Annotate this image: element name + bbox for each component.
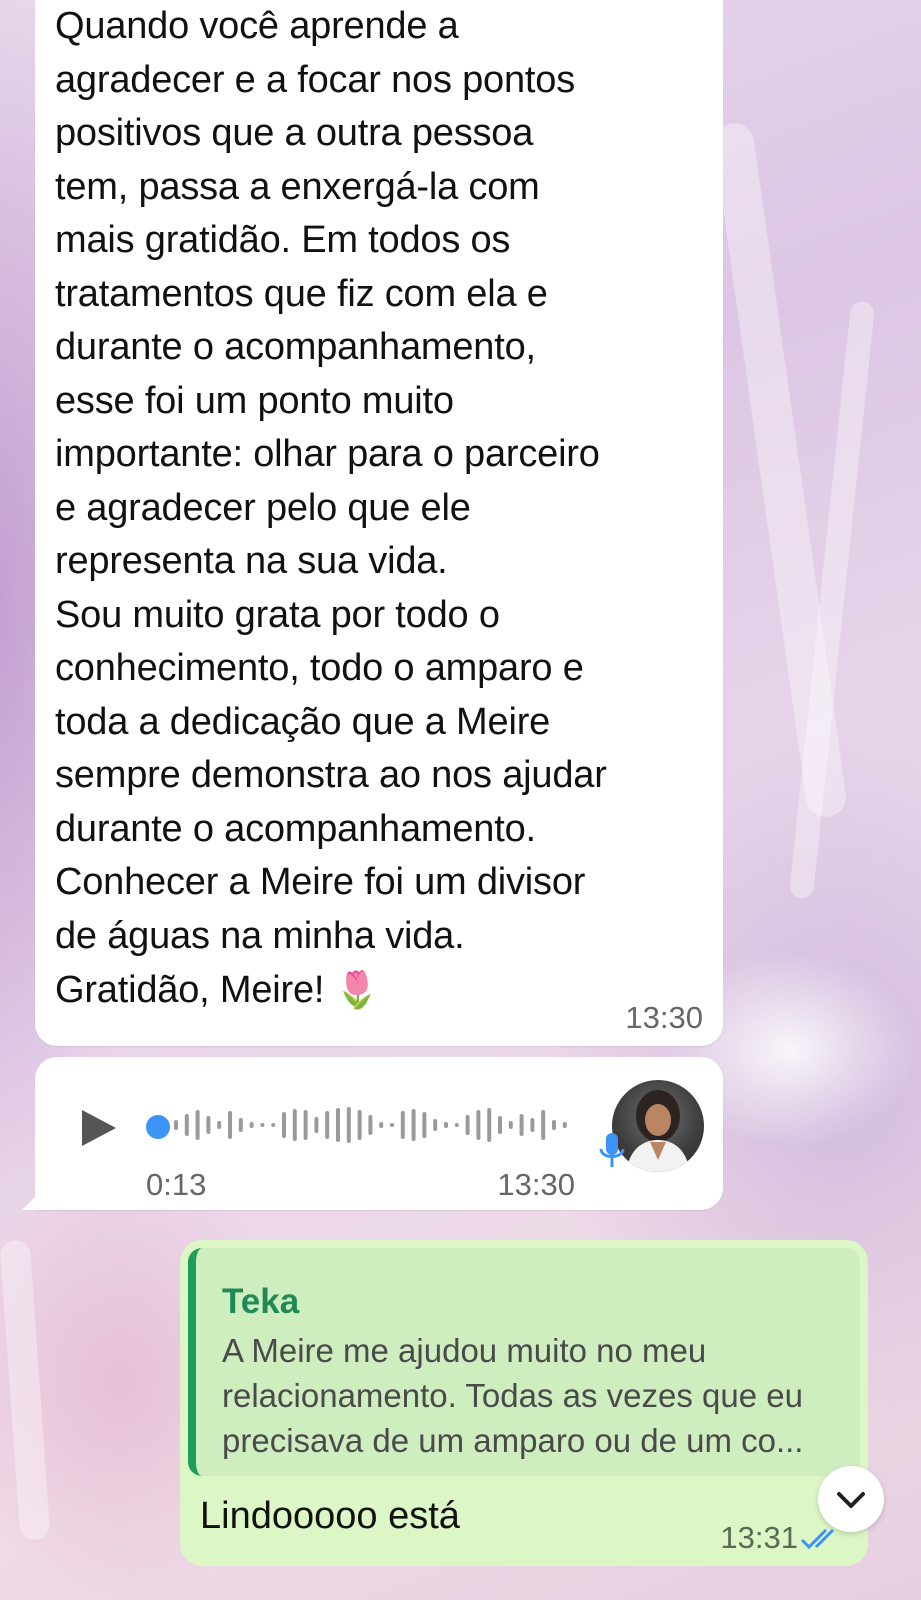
waveform-bar xyxy=(314,1117,319,1133)
waveform-bar xyxy=(282,1112,286,1138)
waveform-bar xyxy=(260,1123,265,1127)
waveform-bar xyxy=(195,1110,200,1140)
waveform-bar xyxy=(184,1114,189,1136)
waveform-bar xyxy=(346,1107,351,1143)
waveform-bar xyxy=(271,1123,276,1127)
chevron-down-icon xyxy=(837,1492,865,1508)
waveform-bar xyxy=(249,1122,254,1128)
waveform-bar xyxy=(228,1111,232,1139)
waveform-bar xyxy=(444,1122,448,1128)
waveform-bar xyxy=(530,1118,535,1132)
message-timestamp: 13:30 xyxy=(625,1000,703,1035)
waveform-bar xyxy=(541,1110,546,1140)
message-timestamp: 13:31 xyxy=(720,1520,798,1555)
message-text: Quando você aprende a agradecer e a foca… xyxy=(55,0,715,1018)
voice-duration: 0:13 xyxy=(146,1167,207,1202)
playback-position-handle[interactable] xyxy=(146,1115,170,1139)
waveform-bar xyxy=(325,1111,330,1139)
waveform-bar xyxy=(487,1108,492,1142)
waveform-bar xyxy=(433,1119,438,1131)
message-text: Lindooooo está xyxy=(200,1495,460,1537)
waveform-bar xyxy=(400,1111,405,1139)
play-icon[interactable] xyxy=(82,1110,116,1146)
microphone-icon xyxy=(599,1133,625,1167)
waveform[interactable] xyxy=(168,1100,573,1150)
quoted-message[interactable]: Teka A Meire me ajudou muito no meu rela… xyxy=(188,1248,860,1476)
waveform-bar xyxy=(422,1112,427,1138)
waveform-bar xyxy=(379,1122,384,1128)
waveform-bar xyxy=(519,1114,524,1136)
voice-message-timestamp: 13:30 xyxy=(497,1167,575,1202)
tulip-emoji: 🌷 xyxy=(334,969,380,1010)
waveform-bar xyxy=(508,1121,513,1129)
outgoing-message-bubble[interactable]: Teka A Meire me ajudou muito no meu rela… xyxy=(180,1240,868,1566)
waveform-bar xyxy=(390,1123,394,1127)
waveform-bar xyxy=(174,1120,178,1130)
waveform-bar xyxy=(498,1116,502,1134)
waveform-bar xyxy=(292,1109,297,1141)
waveform-bar xyxy=(238,1118,243,1132)
waveform-bar xyxy=(357,1110,362,1140)
incoming-message-bubble[interactable]: Quando você aprende a agradecer e a foca… xyxy=(35,0,723,1046)
waveform-bar xyxy=(336,1108,340,1142)
waveform-bar xyxy=(411,1109,416,1141)
waveform-bar xyxy=(217,1121,222,1129)
waveform-bar xyxy=(368,1115,373,1135)
waveform-bar xyxy=(562,1122,567,1128)
waveform-bar xyxy=(206,1116,211,1134)
waveform-bar xyxy=(476,1110,481,1140)
waveform-bar xyxy=(303,1110,308,1140)
background-streak xyxy=(0,1239,51,1541)
waveform-bar xyxy=(454,1123,459,1127)
quoted-text: A Meire me ajudou muito no meu relaciona… xyxy=(222,1332,804,1459)
waveform-bar xyxy=(552,1120,556,1130)
scroll-to-bottom-button[interactable] xyxy=(818,1466,884,1532)
quoted-author: Teka xyxy=(222,1282,300,1321)
waveform-bar xyxy=(465,1115,470,1135)
